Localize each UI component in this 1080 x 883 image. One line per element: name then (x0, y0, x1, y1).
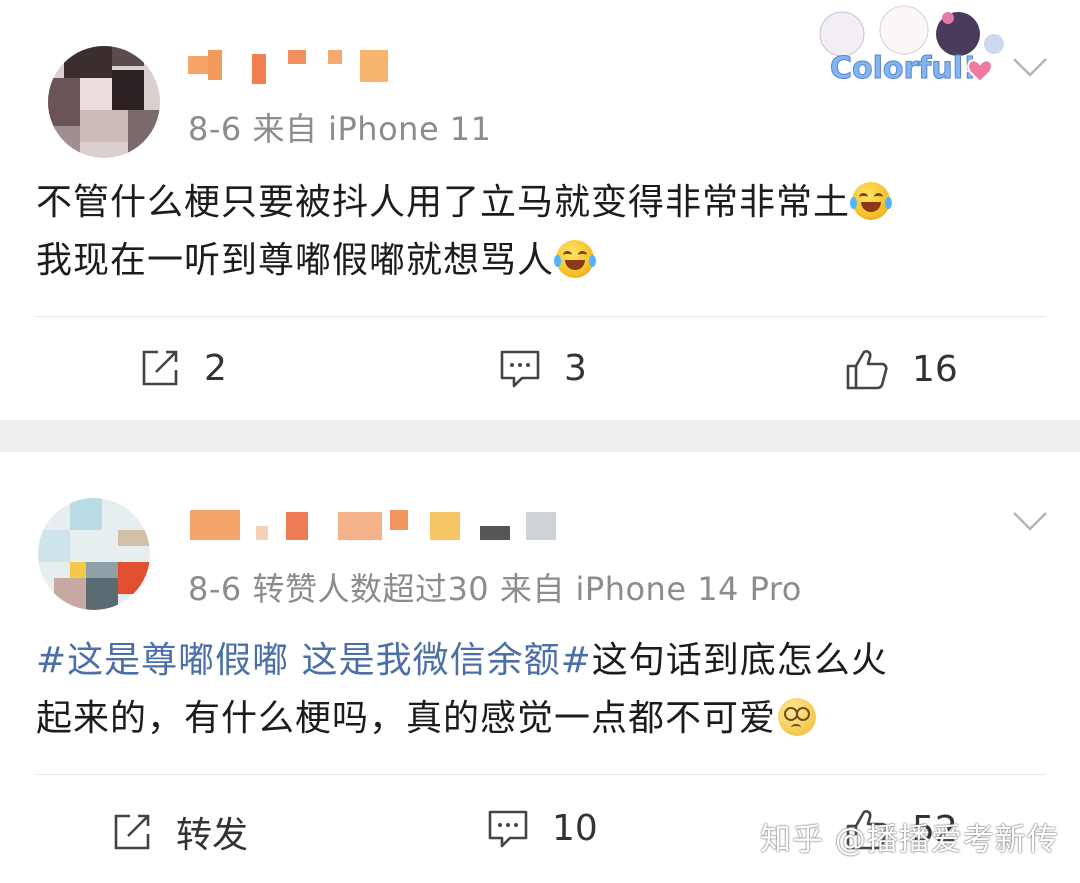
hashtag-topic-link[interactable]: #这是尊嘟假嘟 这是我微信余额# (36, 640, 592, 681)
content-line: 不管什么梗只要被抖人用了立马就变得非常非常土 (36, 182, 851, 223)
divider (36, 774, 1046, 775)
post-content: 不管什么梗只要被抖人用了立马就变得非常非常土 我现在一听到尊嘟假嘟就想骂人 (36, 174, 1046, 290)
comment-icon (488, 810, 528, 848)
logo-text: Colorful! (830, 51, 977, 86)
avatar[interactable] (38, 498, 150, 610)
username-blurred[interactable] (188, 46, 408, 86)
content-line: 起来的，有什么梗吗，真的感觉一点都不可爱 (36, 698, 777, 739)
post-card-1[interactable]: 8-6 来自 iPhone 11 不管什么梗只要被抖人用了立马就变得非常非常土 … (0, 0, 1080, 420)
repost-label: 转发 (176, 815, 249, 856)
post-content: #这是尊嘟假嘟 这是我微信余额#这句话到底怎么火 起来的，有什么梗吗，真的感觉一… (36, 632, 1046, 748)
post-meta: 8-6 转赞人数超过30 来自 iPhone 14 Pro (188, 570, 802, 608)
repost-button[interactable]: 2 (138, 346, 227, 390)
zhihu-watermark: 知乎 @播播爱考新传 (760, 822, 1059, 858)
comment-button[interactable]: 3 (498, 346, 587, 390)
post-meta: 8-6 来自 iPhone 11 (188, 110, 492, 148)
divider (36, 316, 1046, 317)
comment-button[interactable]: 10 (486, 806, 598, 850)
comment-icon (500, 350, 540, 388)
repost-icon (114, 814, 150, 850)
comment-count: 3 (564, 347, 587, 389)
laugh-cry-emoji-icon (850, 182, 893, 220)
comment-count: 10 (552, 807, 598, 849)
repost-button[interactable]: 转发 (110, 806, 248, 858)
avatar[interactable] (48, 46, 160, 158)
repost-icon (142, 350, 178, 386)
content-line: 我现在一听到尊嘟假嘟就想骂人 (36, 240, 555, 281)
feed-separator (0, 420, 1080, 452)
colorful-sticker-logo: Colorful! (819, 5, 1004, 87)
chevron-down-icon[interactable] (1012, 510, 1048, 532)
content-line: 这句话到底怎么火 (591, 640, 888, 681)
laugh-cry-emoji-icon (554, 240, 597, 278)
repost-count: 2 (204, 347, 227, 389)
like-button[interactable]: 16 (844, 346, 958, 392)
username-blurred[interactable] (190, 508, 560, 548)
dizzy-emoji-icon (778, 698, 817, 736)
chevron-down-icon[interactable] (1012, 56, 1048, 78)
thumbs-up-icon (846, 350, 888, 390)
like-count: 16 (912, 348, 958, 390)
